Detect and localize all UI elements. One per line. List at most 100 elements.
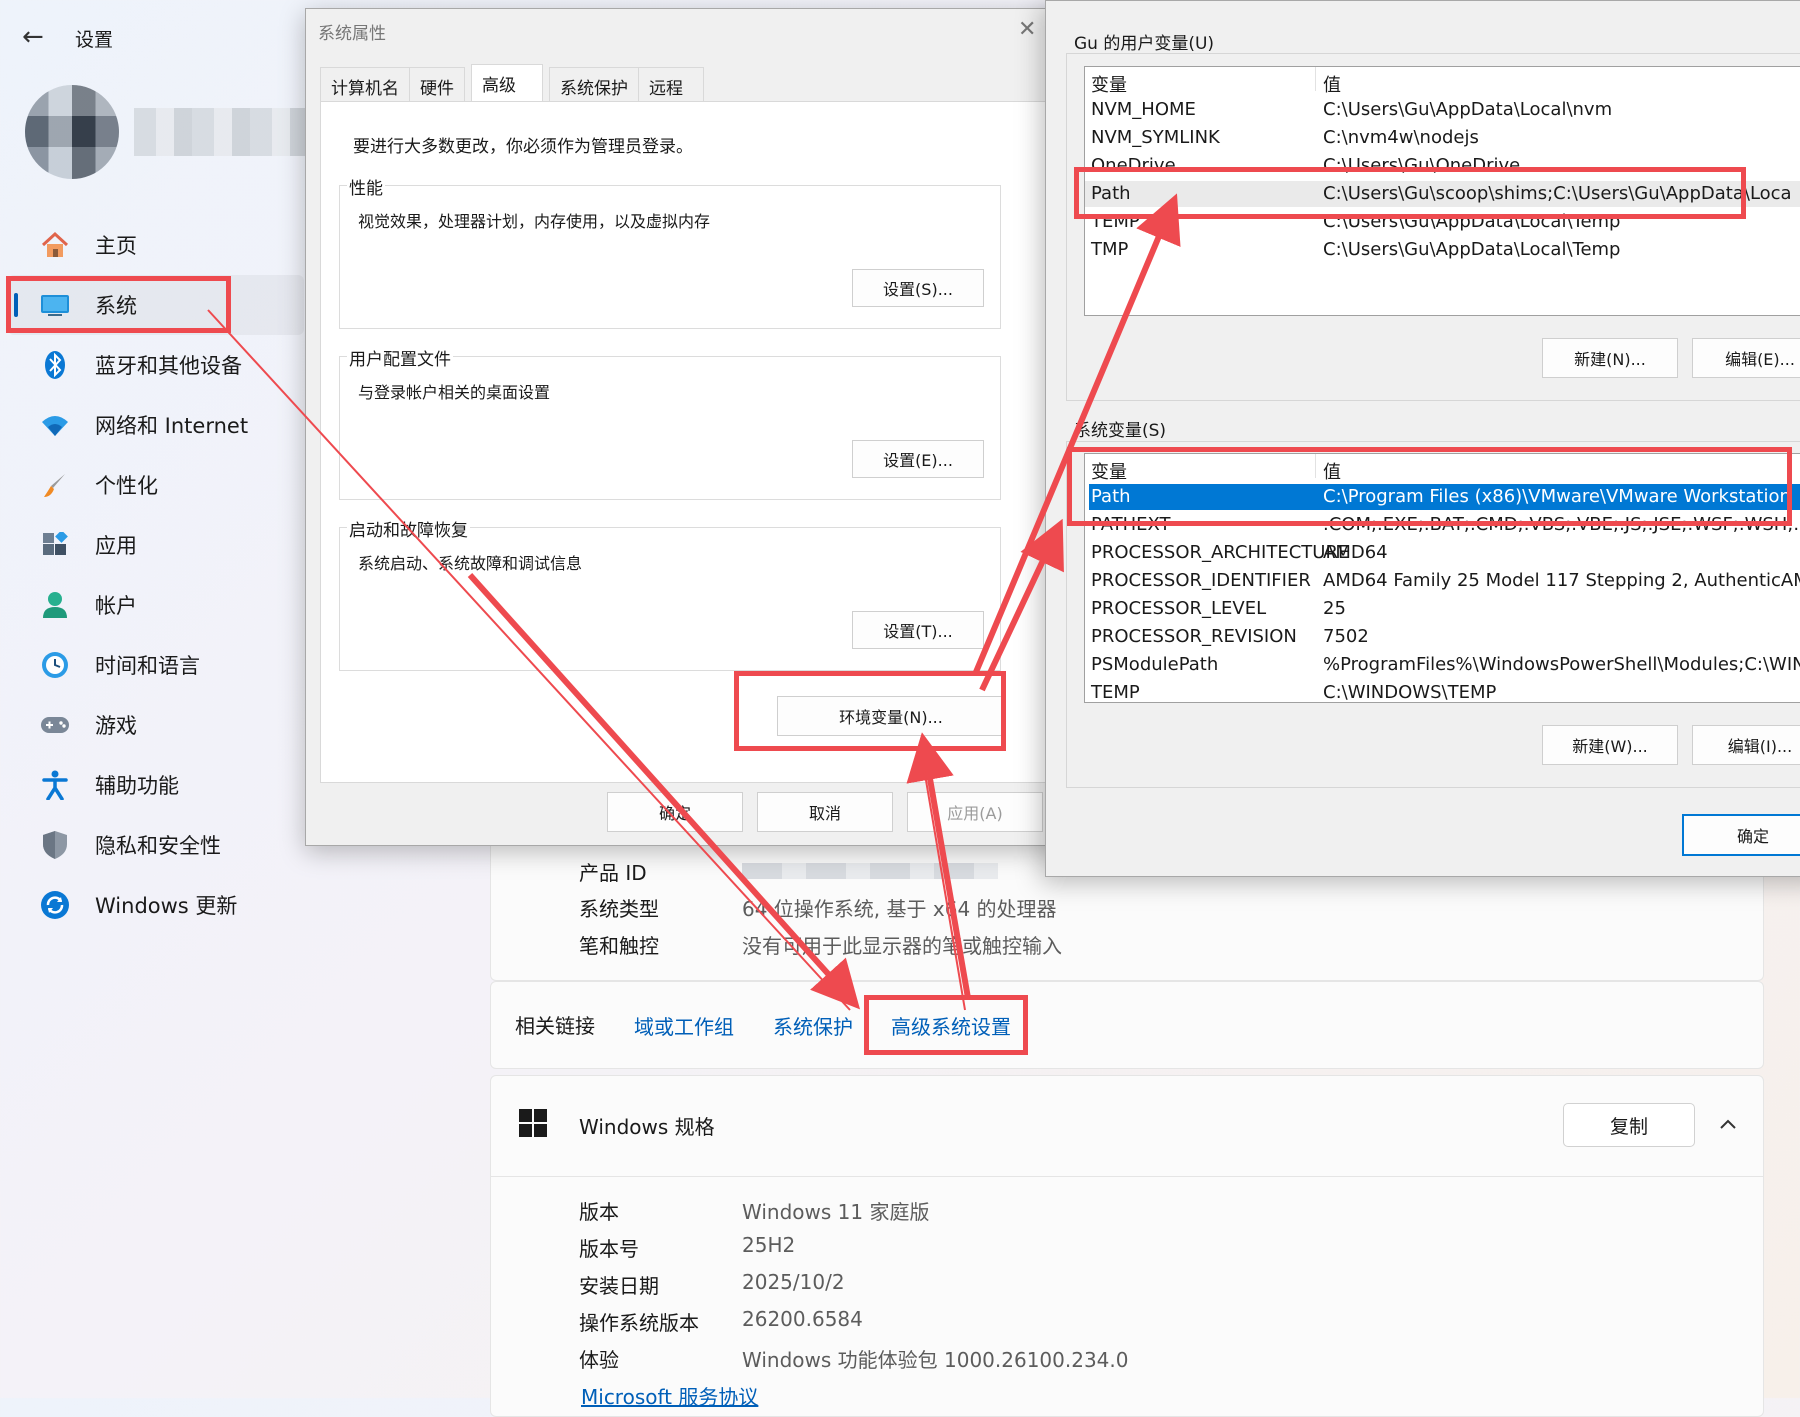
column-header-variable[interactable]: 变量: [1091, 71, 1127, 97]
performance-settings-button[interactable]: 设置(S)...: [852, 269, 984, 307]
sidebar-item-label: 应用: [95, 534, 137, 558]
gamepad-icon: [40, 710, 70, 740]
startup-recovery-group: 启动和故障恢复 系统启动、系统故障和调试信息 设置(T)...: [339, 516, 1001, 671]
sidebar-item-gaming[interactable]: 游戏: [0, 695, 310, 755]
user-new-button[interactable]: 新建(N)...: [1542, 338, 1678, 378]
var-value: 7502: [1323, 626, 1369, 647]
user-name-blurred: [134, 108, 308, 156]
group-title: 性能: [347, 174, 385, 199]
spec-row-version: 版本号 25H2: [579, 1233, 1479, 1261]
copy-button[interactable]: 复制: [1563, 1103, 1695, 1147]
admin-notice: 要进行大多数更改，你必须作为管理员登录。: [353, 137, 693, 157]
system-var-row[interactable]: TEMP C:\WINDOWS\TEMP: [1085, 680, 1800, 702]
collapse-chevron-icon[interactable]: [1719, 1111, 1737, 1135]
sidebar-item-time-language[interactable]: 时间和语言: [0, 635, 310, 695]
var-name: PROCESSOR_ARCHITECTURE: [1091, 542, 1350, 563]
user-vars-title: Gu 的用户变量(U): [1074, 34, 1215, 54]
spec-value: Windows 功能体验包 1000.26100.234.0: [742, 1348, 1129, 1372]
group-title: 用户配置文件: [347, 345, 453, 370]
user-var-row[interactable]: TMP C:\Users\Gu\AppData\Local\Temp: [1085, 237, 1800, 263]
close-icon[interactable]: ✕: [1018, 17, 1036, 42]
update-icon: [40, 890, 70, 920]
sidebar-item-accessibility[interactable]: 辅助功能: [0, 755, 310, 815]
sidebar-item-accounts[interactable]: 帐户: [0, 575, 310, 635]
spec-key: 体验: [579, 1348, 619, 1372]
link-microsoft-services-agreement[interactable]: Microsoft 服务协议: [581, 1381, 758, 1410]
account-icon: [40, 590, 70, 620]
sidebar-item-privacy[interactable]: 隐私和安全性: [0, 815, 310, 875]
sidebar-item-home[interactable]: 主页: [0, 215, 310, 275]
dialog-title: 系统属性: [318, 24, 386, 44]
avatar[interactable]: [25, 85, 119, 179]
var-name: PROCESSOR_LEVEL: [1091, 598, 1267, 619]
sidebar-item-label: 时间和语言: [95, 654, 200, 678]
user-edit-button[interactable]: 编辑(E)...: [1692, 338, 1800, 378]
shield-icon: [40, 830, 70, 860]
spec-key: 安装日期: [579, 1274, 659, 1298]
sidebar-item-label: 隐私和安全性: [95, 834, 221, 858]
highlight-system-nav: [6, 276, 231, 333]
var-name: NVM_SYMLINK: [1091, 127, 1220, 148]
var-name: NVM_HOME: [1091, 99, 1196, 120]
system-var-row[interactable]: PSModulePath %ProgramFiles%\WindowsPowerS…: [1085, 652, 1800, 678]
product-id-blurred: [742, 863, 998, 879]
spec-value: 26200.6584: [742, 1307, 863, 1331]
back-arrow-icon[interactable]: ←: [22, 22, 44, 52]
spec-value: 64 位操作系统, 基于 x64 的处理器: [742, 897, 1057, 921]
var-value: C:\Users\Gu\AppData\Local\Temp: [1323, 239, 1621, 260]
sidebar-item-apps[interactable]: 应用: [0, 515, 310, 575]
windows-specs-card: Windows 规格 复制 版本 Windows 11 家庭版 版本号 25H2…: [490, 1075, 1764, 1417]
windows-logo-icon: [519, 1109, 547, 1137]
group-title: 启动和故障恢复: [347, 516, 470, 541]
system-edit-button[interactable]: 编辑(I)...: [1692, 725, 1800, 765]
var-value: %ProgramFiles%\WindowsPowerShell\Modules…: [1323, 654, 1800, 675]
spec-key: 版本号: [579, 1237, 639, 1261]
var-value: C:\nvm4w\nodejs: [1323, 127, 1479, 148]
spec-key: 系统类型: [579, 897, 659, 921]
column-divider[interactable]: [1315, 67, 1316, 91]
link-domain-workgroup[interactable]: 域或工作组: [634, 1011, 734, 1040]
highlight-env-vars-button: [734, 671, 1006, 751]
spec-key: 版本: [579, 1200, 619, 1224]
system-var-row[interactable]: PROCESSOR_REVISION 7502: [1085, 624, 1800, 650]
link-system-protection[interactable]: 系统保护: [773, 1011, 853, 1040]
highlight-system-path-row: [1067, 447, 1792, 526]
user-var-row[interactable]: NVM_HOME C:\Users\Gu\AppData\Local\nvm: [1085, 97, 1800, 123]
sidebar-item-label: Windows 更新: [95, 894, 238, 918]
highlight-advanced-settings-link: [864, 995, 1028, 1055]
sidebar-item-bluetooth[interactable]: 蓝牙和其他设备: [0, 335, 310, 395]
startup-recovery-settings-button[interactable]: 设置(T)...: [852, 611, 984, 649]
system-vars-title: 系统变量(S): [1074, 421, 1167, 441]
wifi-icon: [40, 410, 70, 440]
spec-row-pen-touch: 笔和触控 没有可用于此显示器的笔或触控输入: [579, 930, 1379, 958]
sidebar-item-label: 帐户: [95, 594, 137, 618]
system-var-row[interactable]: PROCESSOR_IDENTIFIER AMD64 Family 25 Mode…: [1085, 568, 1800, 594]
group-description: 与登录帐户相关的桌面设置: [358, 383, 551, 402]
tab-advanced[interactable]: 高级: [471, 64, 543, 106]
cancel-button[interactable]: 取消: [757, 792, 893, 832]
user-profiles-settings-button[interactable]: 设置(E)...: [852, 440, 984, 478]
system-var-row[interactable]: PROCESSOR_LEVEL 25: [1085, 596, 1800, 622]
system-var-row[interactable]: PROCESSOR_ARCHITECTURE AMD64: [1085, 540, 1800, 566]
column-header-value[interactable]: 值: [1323, 71, 1341, 97]
related-links-label: 相关链接: [515, 1014, 595, 1038]
sidebar-item-label: 个性化: [95, 474, 158, 498]
sidebar-item-windows-update[interactable]: Windows 更新: [0, 875, 310, 935]
apps-icon: [40, 530, 70, 560]
var-name: PSModulePath: [1091, 654, 1219, 675]
var-name: TMP: [1091, 239, 1129, 260]
env-ok-button[interactable]: 确定: [1682, 814, 1800, 856]
sidebar-item-network[interactable]: 网络和 Internet: [0, 395, 310, 455]
system-new-button[interactable]: 新建(W)...: [1542, 725, 1678, 765]
apply-button[interactable]: 应用(A): [907, 792, 1043, 832]
environment-variables-dialog: Gu 的用户变量(U) 变量 值 NVM_HOME C:\Users\Gu\App…: [1045, 0, 1800, 877]
spec-row-edition: 版本 Windows 11 家庭版: [579, 1196, 1479, 1224]
brush-icon: [40, 470, 70, 500]
sidebar-item-label: 辅助功能: [95, 774, 179, 798]
user-profiles-group: 用户配置文件 与登录帐户相关的桌面设置 设置(E)...: [339, 345, 1001, 500]
divider: [491, 1176, 1763, 1177]
sidebar-item-label: 蓝牙和其他设备: [95, 354, 242, 378]
sidebar-item-personalization[interactable]: 个性化: [0, 455, 310, 515]
ok-button[interactable]: 确定: [607, 792, 743, 832]
user-var-row[interactable]: NVM_SYMLINK C:\nvm4w\nodejs: [1085, 125, 1800, 151]
